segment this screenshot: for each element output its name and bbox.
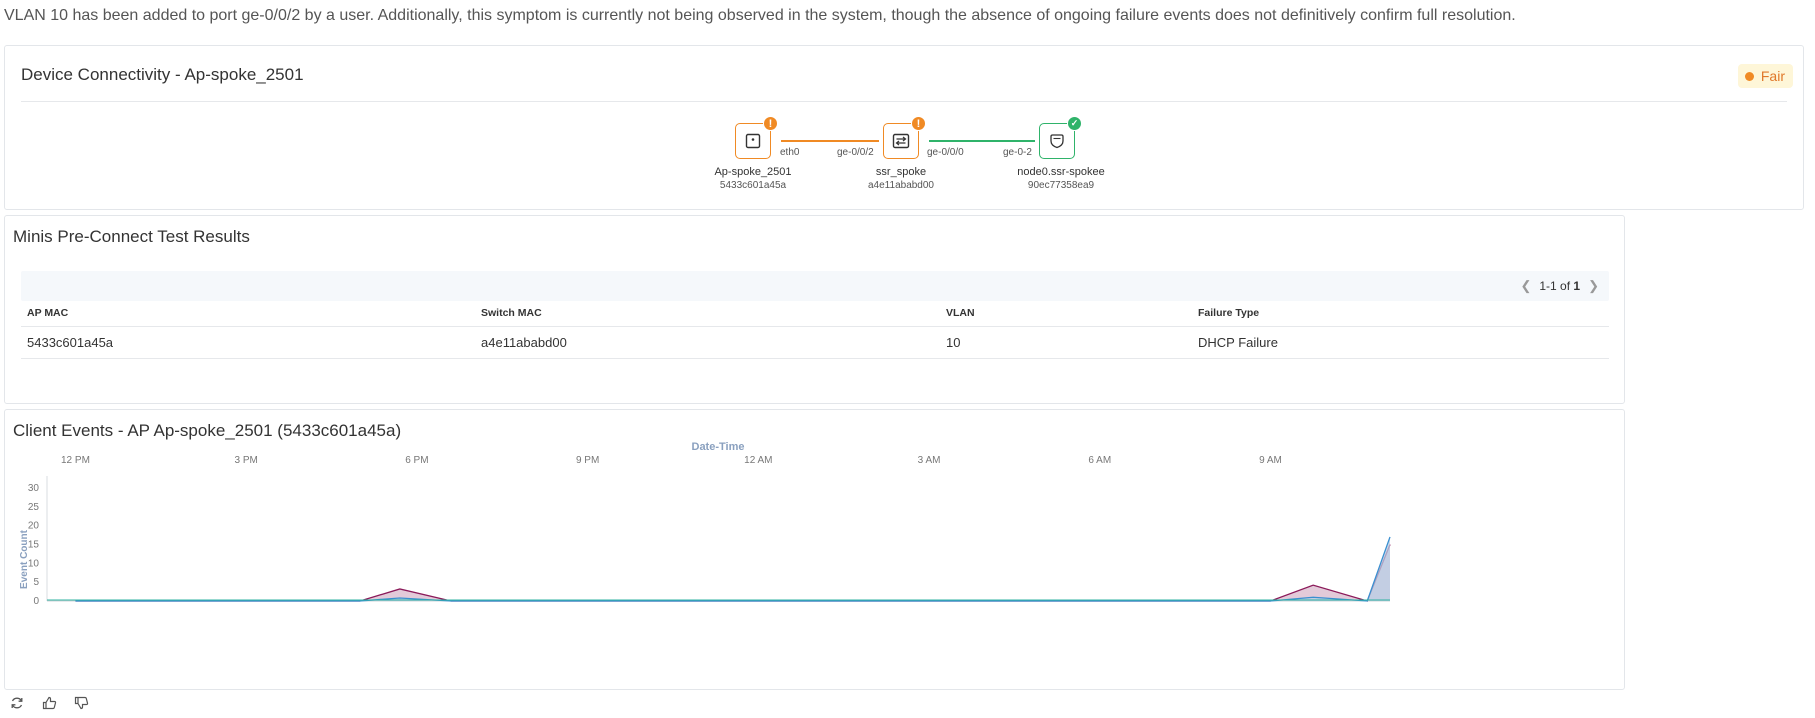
table-row[interactable]: 5433c601a45a a4e11ababd00 10 DHCP Failur… (21, 326, 1609, 359)
pagination-label: 1-1 of 1 (1539, 279, 1580, 293)
link-ap-switch (781, 140, 879, 142)
series-area (75, 544, 1391, 601)
y-tick-label: 30 (28, 483, 40, 494)
pagination-range: 1-1 (1539, 279, 1557, 293)
node-access-point[interactable]: ! (735, 116, 778, 159)
column-header[interactable]: Failure Type (1192, 300, 1609, 327)
node-switch[interactable]: ! (883, 116, 926, 159)
port-label: eth0 (780, 147, 800, 158)
x-tick-label: 9 AM (1259, 455, 1282, 466)
x-axis-label: Date-Time (692, 441, 745, 453)
switch-icon (892, 133, 910, 149)
y-tick-label: 15 (28, 540, 40, 551)
feedback-bar (8, 694, 90, 712)
x-tick-label: 6 PM (405, 455, 428, 466)
x-tick-label: 3 PM (235, 455, 258, 466)
y-tick-label: 20 (28, 521, 40, 532)
router-shield-icon (1050, 134, 1064, 149)
x-tick-label: 3 AM (918, 455, 941, 466)
table-cell: 10 (940, 326, 1192, 359)
port-label: ge-0-2 (1003, 147, 1032, 158)
table-header-row: AP MAC Switch MAC VLAN Failure Type (21, 300, 1609, 327)
chevron-right-icon[interactable]: ❯ (1588, 278, 1599, 294)
y-tick-label: 10 (28, 558, 40, 569)
port-label: ge-0/0/0 (927, 147, 964, 158)
chevron-left-icon[interactable]: ❮ (1520, 278, 1531, 294)
refresh-icon[interactable] (8, 694, 26, 712)
x-tick-label: 12 PM (61, 455, 90, 466)
node-name: Ap-spoke_2501 (714, 166, 792, 178)
pagination: ❮ 1-1 of 1 ❯ (1520, 278, 1599, 294)
thumbs-down-icon[interactable] (72, 694, 90, 712)
port-label: ge-0/0/2 (837, 147, 874, 158)
x-tick-label: 9 PM (576, 455, 599, 466)
column-header[interactable]: AP MAC (21, 300, 475, 327)
node-router[interactable]: ✓ (1039, 116, 1082, 159)
table-cell: DHCP Failure (1192, 326, 1609, 359)
node-id: a4e11ababd00 (868, 180, 934, 191)
warning-icon: ! (911, 116, 926, 131)
series-line (75, 544, 1391, 602)
device-connectivity-card: Device Connectivity - Ap-spoke_2501 Fair… (4, 45, 1804, 210)
thumbs-up-icon[interactable] (40, 694, 58, 712)
events-chart[interactable]: Date-Time 12 PM 3 PM 6 PM 9 PM 12 AM 3 AM 6 AM 9… (5, 410, 1626, 691)
y-tick-label: 0 (33, 596, 39, 607)
pager-bar: ❮ 1-1 of 1 ❯ (21, 271, 1609, 301)
node-name: ssr_spoke (875, 166, 927, 178)
preconnect-card: Minis Pre-Connect Test Results ❮ 1-1 of … (4, 215, 1625, 404)
check-icon: ✓ (1067, 116, 1082, 131)
x-tick-label: 12 AM (744, 455, 772, 466)
table-cell: a4e11ababd00 (475, 326, 940, 359)
pagination-total: 1 (1573, 279, 1581, 293)
node-name: node0.ssr-spokee (1017, 166, 1105, 178)
x-tick-label: 6 AM (1088, 455, 1111, 466)
access-point-icon (745, 133, 761, 149)
node-id: 90ec77358ea9 (1027, 180, 1095, 191)
client-events-card: Client Events - AP Ap-spoke_2501 (5433c6… (4, 409, 1625, 690)
summary-text: VLAN 10 has been added to port ge-0/0/2 … (4, 7, 1516, 24)
results-table: AP MAC Switch MAC VLAN Failure Type 5433… (21, 300, 1609, 359)
topology-diagram: eth0 ge-0/0/2 ge-0/0/0 ge-0-2 ! Ap-spoke… (5, 46, 1805, 211)
series-line (75, 536, 1391, 602)
link-switch-router (929, 140, 1035, 142)
series-area (75, 536, 1391, 601)
y-tick-label: 5 (33, 577, 39, 588)
node-id: 5433c601a45a (719, 180, 787, 191)
warning-icon: ! (763, 116, 778, 131)
pagination-of: of (1560, 279, 1571, 293)
column-header[interactable]: Switch MAC (475, 300, 940, 327)
preconnect-title: Minis Pre-Connect Test Results (13, 227, 250, 246)
column-header[interactable]: VLAN (940, 300, 1192, 327)
y-tick-label: 25 (28, 502, 40, 513)
table-cell: 5433c601a45a (21, 326, 475, 359)
